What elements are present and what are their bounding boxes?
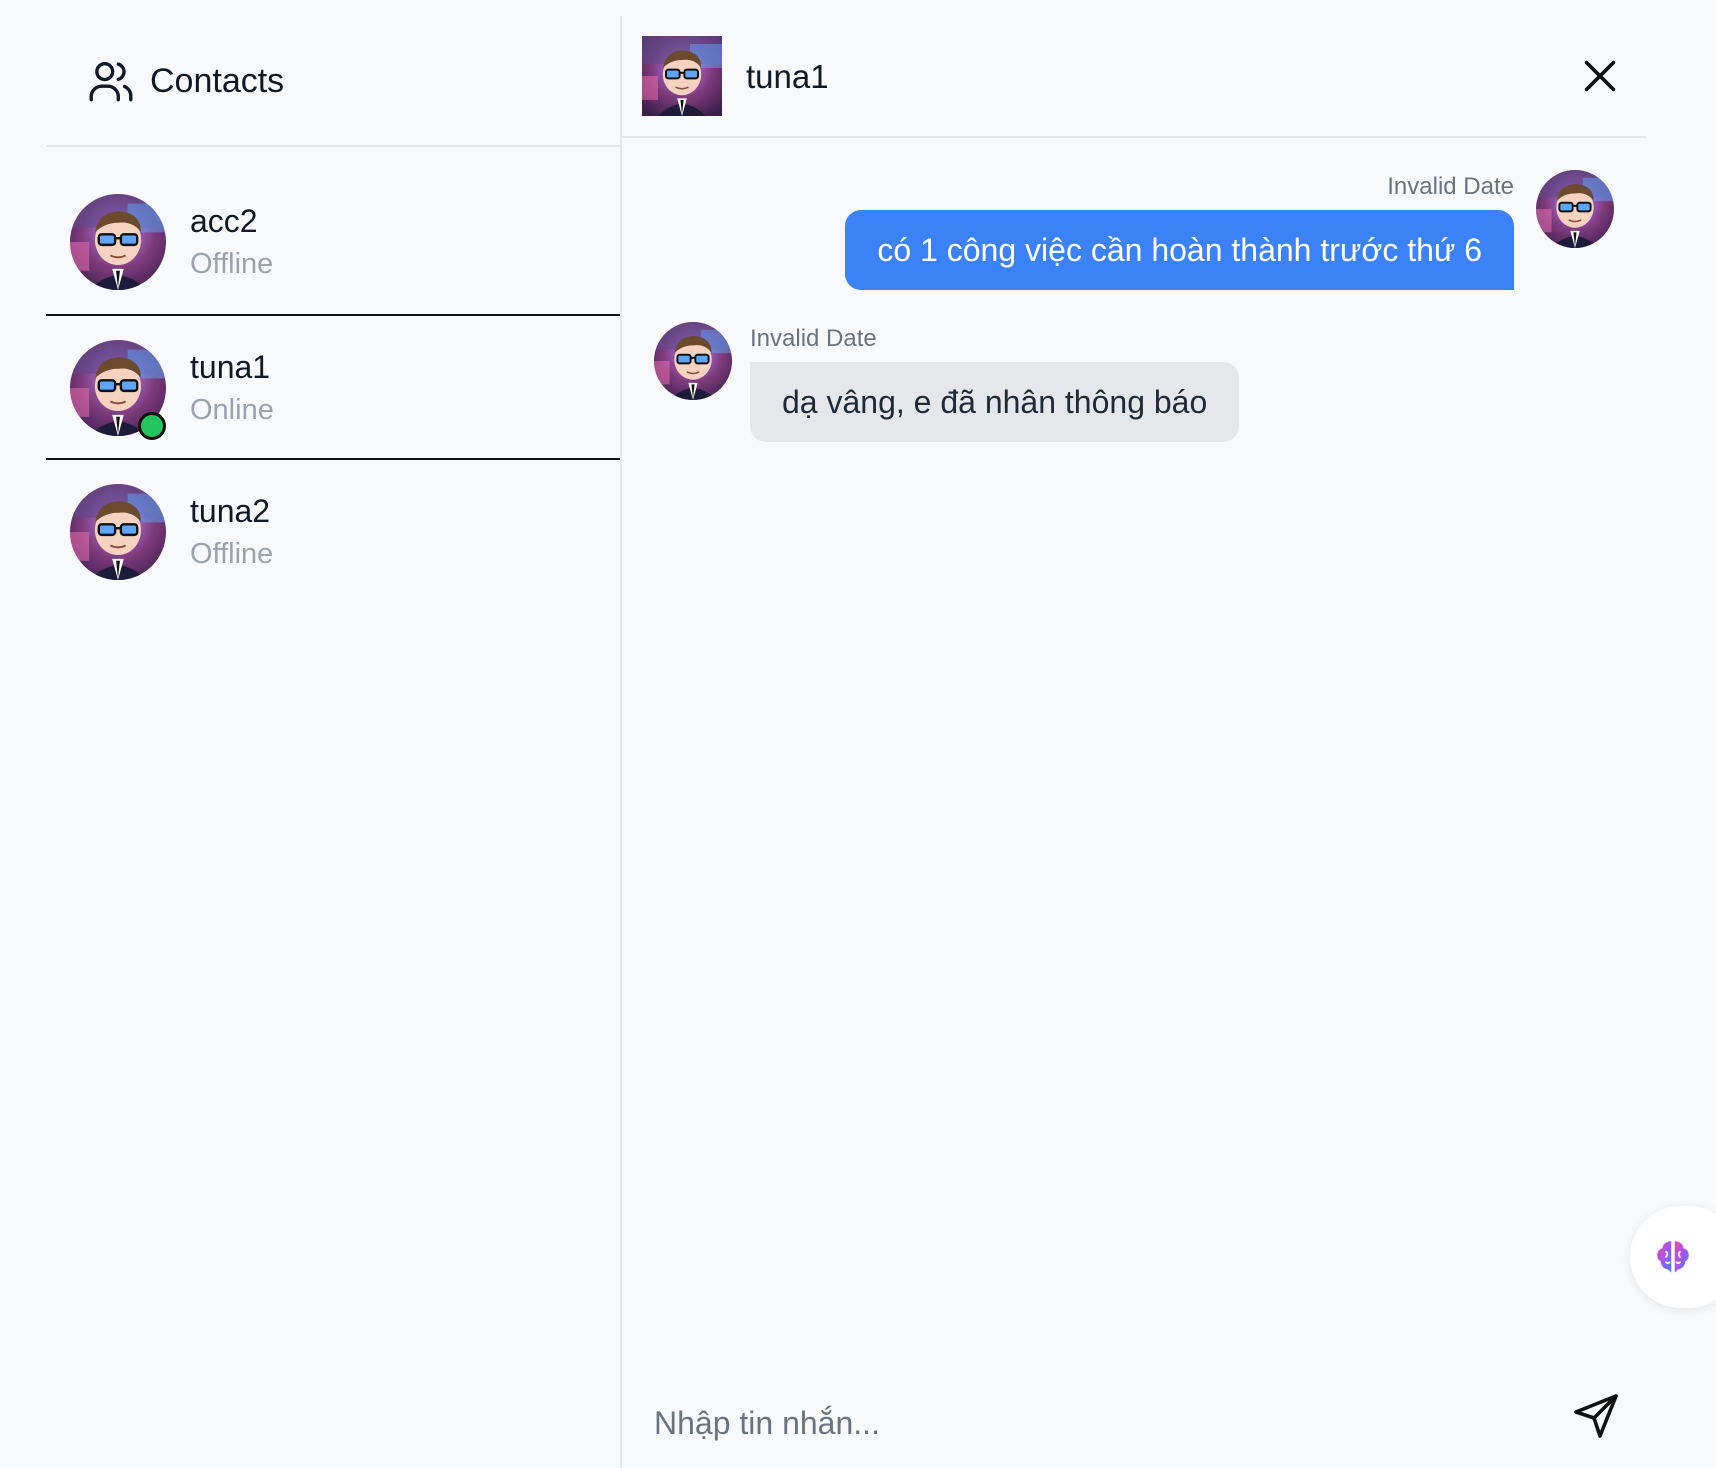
contact-status: Offline <box>190 248 274 280</box>
contacts-title: Contacts <box>150 62 285 100</box>
message-bubble-outgoing: có 1 công việc cần hoàn thành trước thứ … <box>845 210 1514 290</box>
chat-panel: tuna1 Invalid Date có 1 công việc cần ho… <box>622 0 1646 1468</box>
contact-item-acc2[interactable]: acc2 Offline <box>46 170 620 314</box>
message-composer <box>622 1380 1646 1468</box>
contact-item-tuna2[interactable]: tuna2 Offline <box>46 460 620 604</box>
message-avatar <box>1536 170 1614 248</box>
close-icon <box>1584 60 1616 92</box>
contact-name: tuna1 <box>190 349 271 385</box>
contact-name: tuna2 <box>190 493 271 529</box>
message-time: Invalid Date <box>1387 173 1514 200</box>
message-time: Invalid Date <box>750 325 877 352</box>
contact-name: acc2 <box>190 203 258 239</box>
avatar <box>70 194 166 290</box>
contact-item-tuna1[interactable]: tuna1 Online <box>46 314 620 460</box>
chat-header-avatar <box>642 36 722 116</box>
message-bubble-incoming: dạ vâng, e đã nhân thông báo <box>750 362 1240 442</box>
chat-app: Contacts acc2 Offline tuna1 Online tuna2… <box>0 0 1716 1468</box>
users-icon <box>86 56 136 106</box>
chat-header: tuna1 <box>622 0 1646 138</box>
close-button[interactable] <box>1580 56 1620 96</box>
contact-status: Online <box>190 394 274 426</box>
contacts-header: Contacts <box>46 0 620 147</box>
online-indicator <box>138 412 166 440</box>
send-button[interactable] <box>1572 1392 1628 1448</box>
brain-icon <box>1657 1241 1689 1273</box>
send-icon <box>1574 1394 1618 1438</box>
contact-status: Offline <box>190 538 274 570</box>
contacts-sidebar: Contacts acc2 Offline tuna1 Online tuna2… <box>0 0 620 1468</box>
contact-list: acc2 Offline tuna1 Online tuna2 Offline <box>46 170 620 604</box>
message-avatar <box>654 322 732 400</box>
avatar <box>70 484 166 580</box>
chat-contact-name: tuna1 <box>746 58 829 95</box>
message-input[interactable] <box>652 1392 1536 1454</box>
